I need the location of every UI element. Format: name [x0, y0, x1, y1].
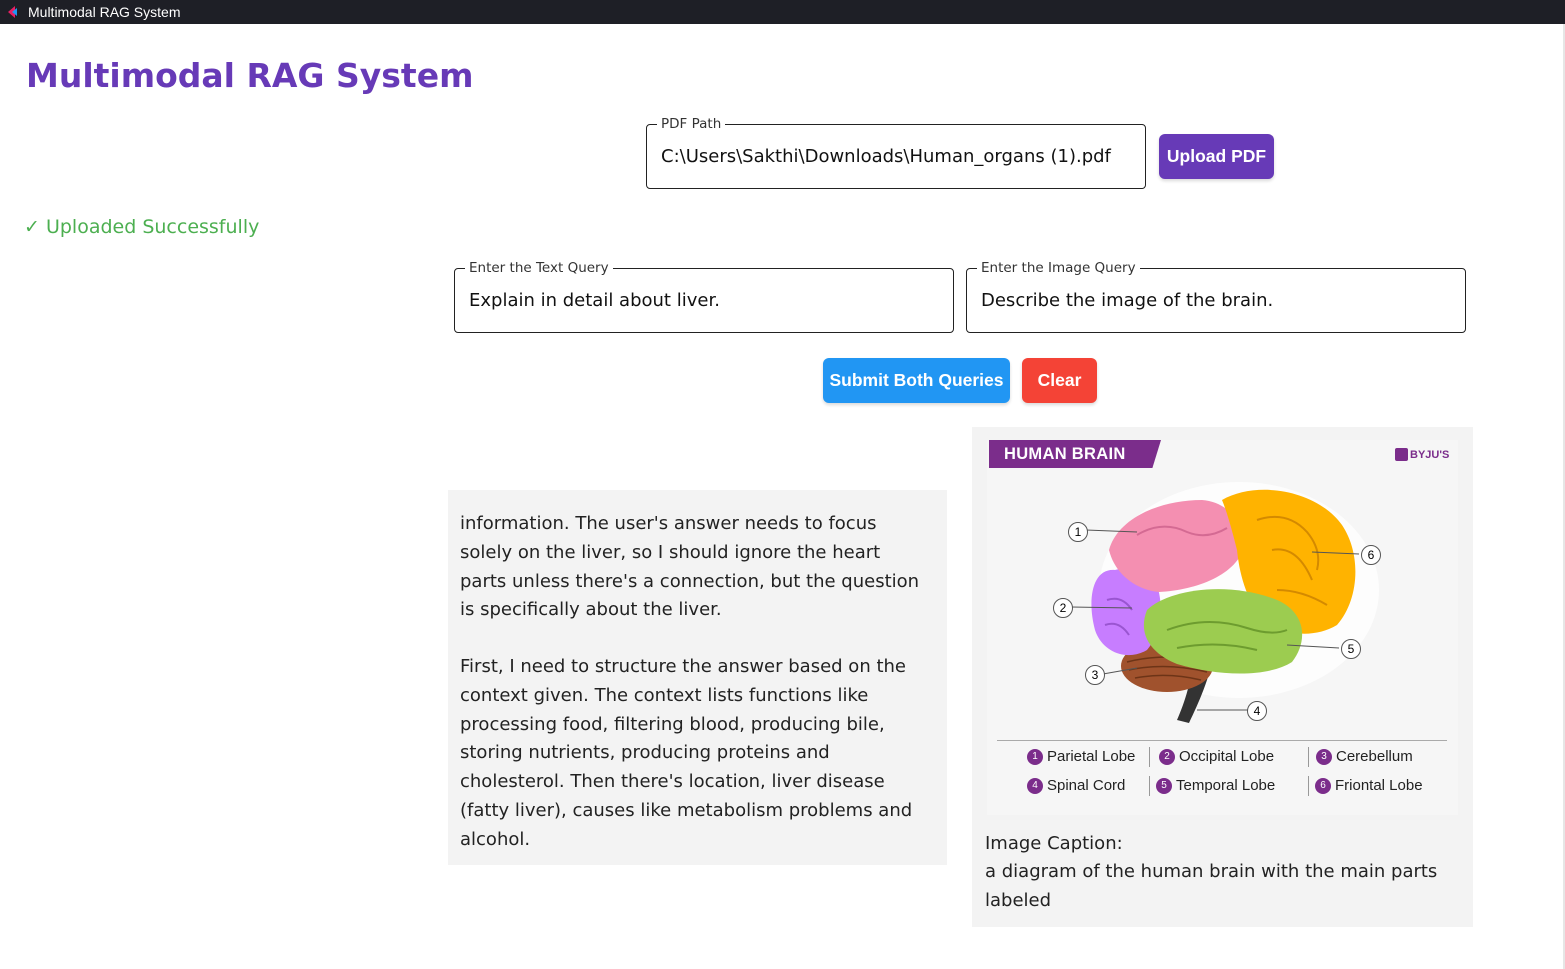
- legend-separator: [1308, 776, 1309, 796]
- legend-label: Parietal Lobe: [1047, 748, 1136, 765]
- callout-badge-3: 3: [1085, 665, 1105, 685]
- legend-number-badge: 1: [1027, 748, 1043, 765]
- image-query-input[interactable]: Describe the image of the brain.: [981, 269, 1453, 332]
- legend-item-cerebellum: 3 Cerebellum: [1316, 748, 1413, 765]
- legend-separator: [1308, 747, 1309, 767]
- answer-paragraph-1: information. The user's answer needs to …: [460, 513, 920, 621]
- clear-button[interactable]: Clear: [1022, 358, 1097, 403]
- text-query-input[interactable]: Explain in detail about liver.: [469, 269, 941, 332]
- callout-badge-6: 6: [1361, 545, 1381, 565]
- legend-separator: [1149, 747, 1150, 767]
- window-titlebar: Multimodal RAG System: [0, 0, 1565, 24]
- pdf-path-input[interactable]: C:\Users\Sakthi\Downloads\Human_organs (…: [661, 125, 1133, 188]
- legend-label: Temporal Lobe: [1176, 777, 1276, 794]
- legend-divider: [997, 740, 1447, 741]
- text-answer-panel[interactable]: . information. The user's answer needs t…: [448, 490, 947, 865]
- app-chevron-icon: [4, 2, 24, 22]
- legend-number-badge: 4: [1027, 777, 1043, 794]
- window-title: Multimodal RAG System: [28, 4, 181, 20]
- legend-number-badge: 3: [1316, 748, 1332, 765]
- callout-badge-4: 4: [1247, 701, 1267, 721]
- legend-item-parietal: 1 Parietal Lobe: [1027, 748, 1135, 765]
- legend-number-badge: 2: [1159, 748, 1175, 765]
- page-title: Multimodal RAG System: [26, 56, 474, 95]
- callout-badge-1: 1: [1068, 522, 1088, 542]
- legend-separator: [1149, 776, 1150, 796]
- image-query-field[interactable]: Enter the Image Query Describe the image…: [966, 259, 1466, 333]
- legend-number-badge: 5: [1156, 777, 1172, 794]
- clipped-text-line: .: [554, 490, 560, 495]
- callout-badge-2: 2: [1053, 598, 1073, 618]
- pdf-path-field[interactable]: PDF Path C:\Users\Sakthi\Downloads\Human…: [646, 115, 1146, 189]
- legend-label: Occipital Lobe: [1179, 748, 1275, 765]
- callout-badge-5: 5: [1341, 639, 1361, 659]
- legend-label: Spinal Cord: [1047, 777, 1126, 794]
- text-query-field[interactable]: Enter the Text Query Explain in detail a…: [454, 259, 954, 333]
- submit-both-queries-button[interactable]: Submit Both Queries: [823, 358, 1010, 403]
- image-caption-title: Image Caption:: [985, 833, 1123, 854]
- legend-label: Friontal Lobe: [1335, 777, 1423, 794]
- legend-label: Cerebellum: [1336, 748, 1413, 765]
- image-caption-text: a diagram of the human brain with the ma…: [985, 861, 1438, 911]
- legend-number-badge: 6: [1315, 777, 1331, 794]
- brain-diagram-image: HUMAN BRAIN BYJU'S 1 2 3 4 5 6 1 Parieta…: [987, 440, 1458, 815]
- legend-item-temporal: 5 Temporal Lobe: [1156, 777, 1275, 794]
- legend-item-frontal: 6 Friontal Lobe: [1315, 777, 1423, 794]
- answer-paragraph-2: First, I need to structure the answer ba…: [460, 656, 913, 850]
- legend-item-occipital: 2 Occipital Lobe: [1159, 748, 1274, 765]
- legend-item-spinal-cord: 4 Spinal Cord: [1027, 777, 1125, 794]
- upload-pdf-button[interactable]: Upload PDF: [1159, 134, 1274, 179]
- upload-status-message: ✓ Uploaded Successfully: [24, 216, 260, 238]
